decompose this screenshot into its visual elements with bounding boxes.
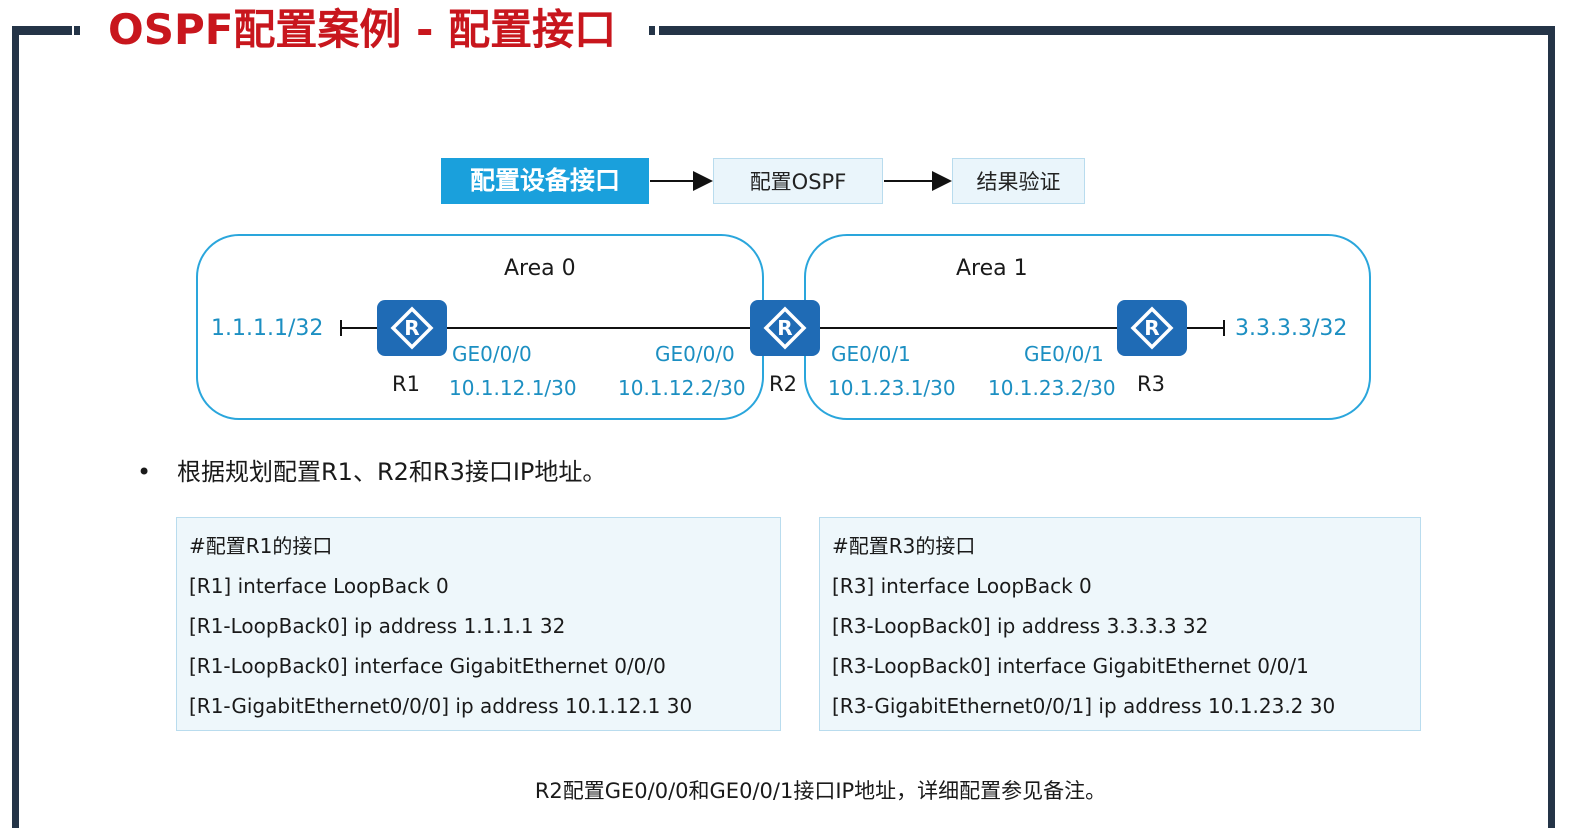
- r3-interface-ip: 10.1.23.2/30: [988, 376, 1116, 400]
- config-line: [R3-LoopBack0] interface GigabitEthernet…: [832, 654, 1309, 678]
- config-line: [R1-GigabitEthernet0/0/0] ip address 10.…: [189, 694, 693, 718]
- r1-loopback-address: 1.1.1.1/32: [211, 316, 324, 341]
- config-line: [R1] interface LoopBack 0: [189, 574, 449, 598]
- footer-note: R2配置GE0/0/0和GE0/0/1接口IP地址，详细配置参见备注。: [534, 779, 1107, 803]
- r2-interface-b: GE0/0/1: [831, 342, 911, 366]
- router-r1-icon: R: [377, 300, 447, 356]
- config-box-r3: #配置R3的接口 [R3] interface LoopBack 0 [R3-L…: [819, 517, 1421, 731]
- config-line: [R3-LoopBack0] ip address 3.3.3.3 32: [832, 614, 1209, 638]
- config-line: #配置R3的接口: [832, 534, 976, 558]
- r2-interface-a-ip: 10.1.12.2/30: [618, 376, 746, 400]
- router-r2-icon: R: [750, 300, 820, 356]
- config-line: #配置R1的接口: [189, 534, 333, 558]
- svg-text:R: R: [404, 316, 419, 340]
- svg-text:R: R: [777, 316, 792, 340]
- r1-interface: GE0/0/0: [452, 342, 532, 366]
- r2-interface-a: GE0/0/0: [655, 342, 735, 366]
- bullet-item: • 根据规划配置R1、R2和R3接口IP地址。: [137, 452, 606, 487]
- r2-interface-b-ip: 10.1.23.1/30: [828, 376, 956, 400]
- bullet-dot-icon: •: [137, 458, 152, 486]
- config-line: [R3-GigabitEthernet0/0/1] ip address 10.…: [832, 694, 1336, 718]
- router-r3-label: R3: [1137, 372, 1165, 396]
- r3-interface: GE0/0/1: [1024, 342, 1104, 366]
- config-line: [R1-LoopBack0] interface GigabitEthernet…: [189, 654, 666, 678]
- area-1-label: Area 1: [956, 256, 1028, 281]
- config-box-r1: #配置R1的接口 [R1] interface LoopBack 0 [R1-L…: [176, 517, 781, 731]
- router-r2-label: R2: [769, 372, 797, 396]
- r3-loopback-address: 3.3.3.3/32: [1235, 316, 1348, 341]
- r1-interface-ip: 10.1.12.1/30: [449, 376, 577, 400]
- config-line: [R1-LoopBack0] ip address 1.1.1.1 32: [189, 614, 566, 638]
- svg-text:R: R: [1144, 316, 1159, 340]
- router-r1-label: R1: [392, 372, 420, 396]
- config-line: [R3] interface LoopBack 0: [832, 574, 1092, 598]
- bullet-text: 根据规划配置R1、R2和R3接口IP地址。: [177, 458, 607, 486]
- area-0-label: Area 0: [504, 256, 576, 281]
- router-r3-icon: R: [1117, 300, 1187, 356]
